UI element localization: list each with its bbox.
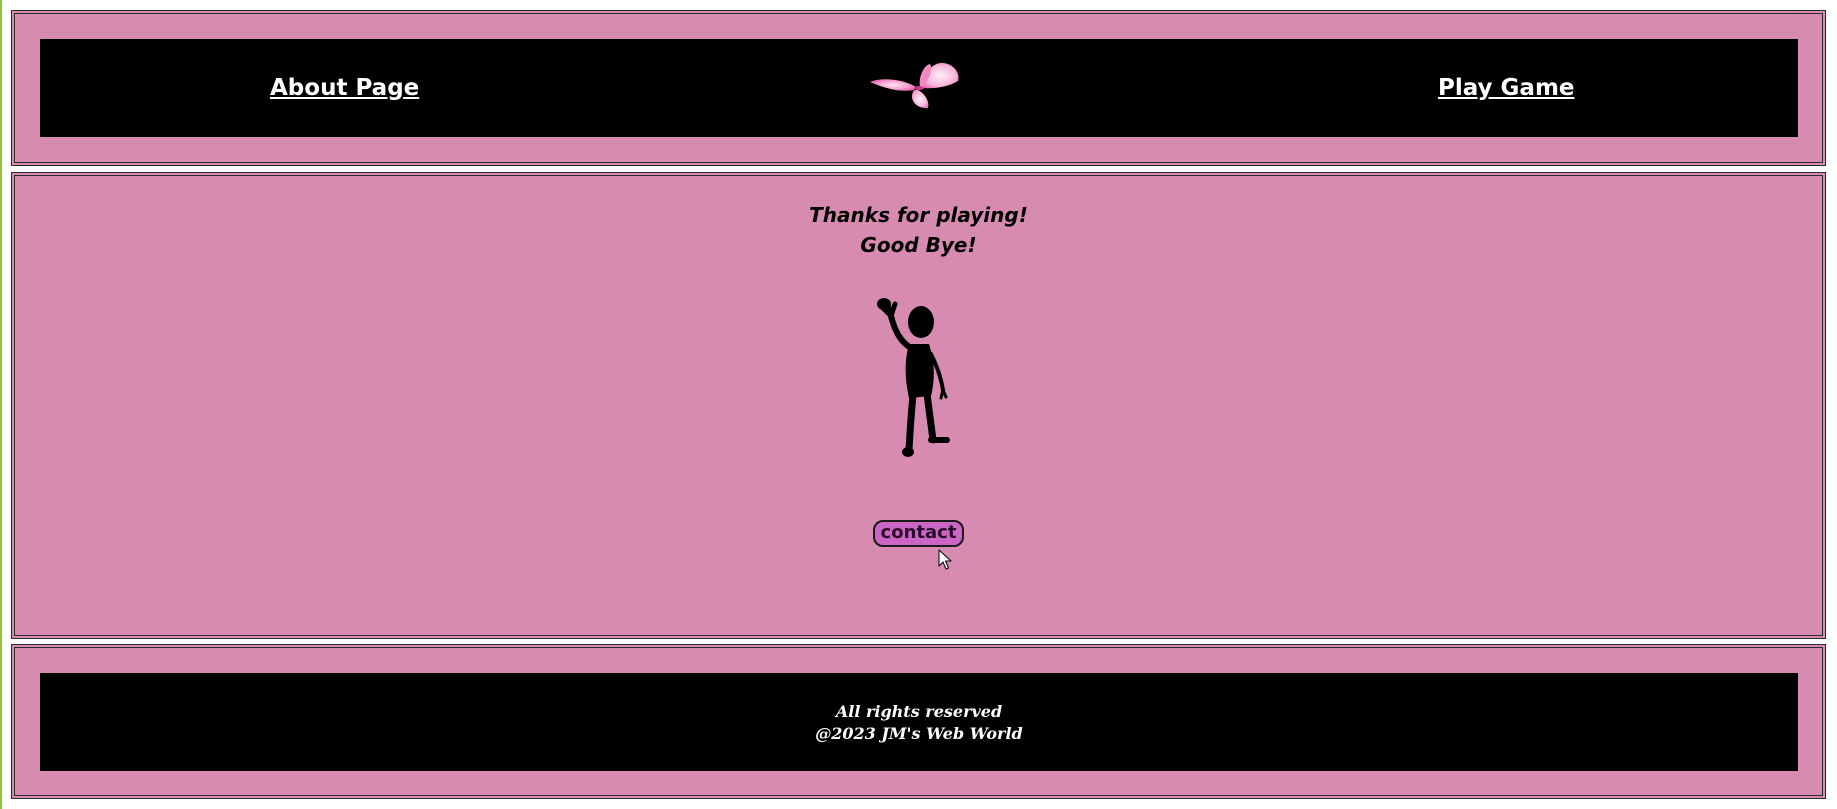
- thanks-message: Thanks for playing!: [809, 203, 1028, 227]
- goodbye-message: Good Bye!: [860, 233, 977, 257]
- header-section: About Page Play Game: [11, 10, 1826, 166]
- footer-bar: All rights reserved @2023 JM's Web World: [40, 673, 1798, 771]
- rights-text: All rights reserved: [835, 702, 1003, 721]
- copyright-text: @2023 JM's Web World: [815, 724, 1023, 743]
- contact-button[interactable]: contact: [873, 520, 964, 547]
- nav-bar: About Page Play Game: [40, 39, 1798, 137]
- about-page-link[interactable]: About Page: [270, 75, 419, 101]
- footer-section: All rights reserved @2023 JM's Web World: [11, 644, 1826, 799]
- mouse-cursor-icon: [938, 549, 952, 570]
- butterfly-icon: [870, 62, 959, 109]
- waving-person-icon: [877, 298, 950, 457]
- play-game-link[interactable]: Play Game: [1438, 75, 1575, 101]
- left-accent-line: [0, 0, 2, 809]
- main-section: Thanks for playing! Good Bye! contact: [11, 172, 1826, 639]
